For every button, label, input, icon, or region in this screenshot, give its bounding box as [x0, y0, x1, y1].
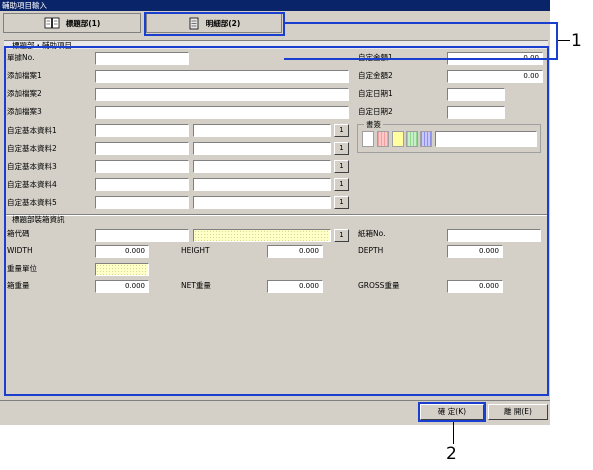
- callout-number-1: 1: [571, 31, 582, 51]
- callout-number-2: 2: [446, 444, 457, 464]
- gross-weight-input[interactable]: 0.000: [447, 280, 503, 293]
- weight-unit-input[interactable]: [95, 263, 149, 276]
- bookmark-color-yellow[interactable]: [392, 131, 404, 147]
- custom-amount1-input[interactable]: 0.00: [447, 52, 543, 65]
- custom-master5-label: 自定基本資料5: [7, 198, 57, 207]
- header-section-title: 標題部・輔助項目: [4, 40, 548, 50]
- tab-header-label: 標題部(1): [65, 18, 101, 28]
- custom-master2-code[interactable]: [95, 142, 189, 155]
- depth-label: DEPTH: [358, 246, 384, 255]
- width-input[interactable]: 0.000: [95, 245, 149, 258]
- ok-button[interactable]: 確 定(K): [420, 404, 484, 420]
- custom-date1-label: 自定日期1: [358, 89, 393, 98]
- packing-section-title: 標題部裝箱資訊: [12, 215, 65, 224]
- bookmark-color-green[interactable]: [406, 131, 418, 147]
- box-weight-label: 箱重量: [7, 281, 30, 290]
- box-code-label: 箱代碼: [7, 229, 30, 238]
- paper-box-no-label: 紙箱No.: [358, 229, 386, 238]
- custom-master4-label: 自定基本資料4: [7, 180, 57, 189]
- bookmark-group-label: 書簽: [364, 119, 383, 130]
- custom-master1-lookup-button[interactable]: 1: [334, 124, 349, 137]
- height-label: HEIGHT: [181, 246, 210, 255]
- net-weight-label: NET重量: [181, 281, 211, 290]
- custom-master2-label: 自定基本資料2: [7, 144, 57, 153]
- custom-master4-code[interactable]: [95, 178, 189, 191]
- bookmark-text-input[interactable]: [435, 131, 537, 147]
- custom-date2-label: 自定日期2: [358, 107, 393, 116]
- box-code-input[interactable]: [95, 229, 189, 242]
- custom-master2-name[interactable]: [193, 142, 331, 155]
- gross-weight-label: GROSS重量: [358, 281, 400, 290]
- dialog-window: 輔助項目輸入 標題部(1) 明細部(2) 標題部・輔助項目 單據No. 添加檔案…: [0, 0, 550, 425]
- custom-master3-code[interactable]: [95, 160, 189, 173]
- custom-master1-name[interactable]: [193, 124, 331, 137]
- custom-master5-code[interactable]: [95, 196, 189, 209]
- custom-date2-input[interactable]: [447, 106, 505, 119]
- custom-master2-lookup-button[interactable]: 1: [334, 142, 349, 155]
- order-no-label: 單據No.: [7, 53, 35, 62]
- remark2-input[interactable]: [95, 88, 349, 101]
- custom-date1-input[interactable]: [447, 88, 505, 101]
- custom-master3-name[interactable]: [193, 160, 331, 173]
- height-input[interactable]: 0.000: [267, 245, 323, 258]
- custom-amount2-input[interactable]: 0.00: [447, 70, 543, 83]
- remark1-label: 添加檔案1: [7, 71, 42, 80]
- tab-header[interactable]: 標題部(1): [3, 13, 141, 33]
- box-weight-input[interactable]: 0.000: [95, 280, 149, 293]
- box-code-lookup-button[interactable]: 1: [334, 229, 349, 242]
- custom-master4-name[interactable]: [193, 178, 331, 191]
- packing-separator-highlight: [4, 215, 548, 216]
- tab-detail-label: 明細部(2): [205, 18, 241, 28]
- custom-master5-name[interactable]: [193, 196, 331, 209]
- tab-detail[interactable]: 明細部(2): [146, 13, 282, 33]
- custom-master1-label: 自定基本資料1: [7, 126, 57, 135]
- order-no-input[interactable]: [95, 52, 189, 65]
- custom-master3-label: 自定基本資料3: [7, 162, 57, 171]
- width-label: WIDTH: [7, 246, 33, 255]
- bottom-separator: [0, 400, 550, 401]
- document-icon: [189, 17, 199, 29]
- bookmark-color-red[interactable]: [377, 131, 389, 147]
- bookmark-color-blue[interactable]: [420, 131, 432, 147]
- remark2-label: 添加檔案2: [7, 89, 42, 98]
- custom-amount1-label: 自定金額1: [358, 53, 393, 62]
- custom-amount2-label: 自定金額2: [358, 71, 393, 80]
- custom-master5-lookup-button[interactable]: 1: [334, 196, 349, 209]
- bookmark-color-white[interactable]: [362, 131, 374, 147]
- weight-unit-label: 重量單位: [7, 264, 37, 273]
- depth-input[interactable]: 0.000: [447, 245, 503, 258]
- custom-master3-lookup-button[interactable]: 1: [334, 160, 349, 173]
- remark3-label: 添加檔案3: [7, 107, 42, 116]
- remark3-input[interactable]: [95, 106, 349, 119]
- book-icon: [44, 17, 60, 29]
- remark1-input[interactable]: [95, 70, 349, 83]
- custom-master4-lookup-button[interactable]: 1: [334, 178, 349, 191]
- net-weight-input[interactable]: 0.000: [267, 280, 323, 293]
- box-code-name: [193, 229, 331, 242]
- callout-leader-1: [558, 40, 570, 41]
- close-button[interactable]: 離 開(E): [488, 404, 548, 420]
- window-title: 輔助項目輸入: [0, 0, 550, 11]
- paper-box-no-input[interactable]: [447, 229, 541, 242]
- custom-master1-code[interactable]: [95, 124, 189, 137]
- callout-leader-2: [453, 422, 454, 444]
